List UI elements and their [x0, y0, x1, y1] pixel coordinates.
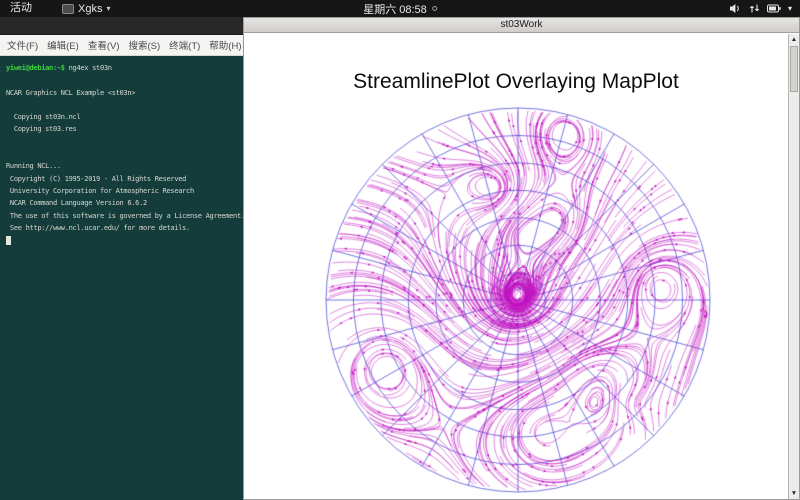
- network-icon: [749, 4, 760, 13]
- terminal-line: NCAR Graphics NCL Example <st03n>: [6, 88, 136, 97]
- terminal-window: 文件(F) 编辑(E) 查看(V) 搜索(S) 终端(T) 帮助(H) yiwe…: [0, 17, 245, 500]
- terminal-line: Running NCL...: [6, 162, 61, 171]
- plot-scrollbar[interactable]: ▲ ▼: [788, 34, 799, 499]
- battery-icon: [766, 4, 781, 13]
- terminal-line: Copyright (C) 1995-2019 - All Rights Res…: [6, 174, 187, 183]
- notification-dot-icon: [431, 6, 437, 11]
- menu-item-terminal[interactable]: 终端(T): [169, 38, 200, 52]
- top-bar: 活动 Xgks ▾ 星期六 08:58 ▾: [0, 0, 800, 17]
- terminal-menubar: 文件(F) 编辑(E) 查看(V) 搜索(S) 终端(T) 帮助(H): [0, 35, 243, 56]
- scrollbar-thumb[interactable]: [790, 46, 798, 92]
- plot-window: st03Work StreamlinePlot Overlaying MapPl…: [243, 17, 800, 500]
- terminal-line: yiwei@debian:~$ ng4ex st03n: [6, 64, 112, 72]
- terminal-line: [6, 234, 237, 246]
- menu-item-help[interactable]: 帮助(H): [209, 38, 241, 52]
- scrollbar-down-icon[interactable]: ▼: [789, 488, 799, 499]
- terminal-cursor: [6, 235, 11, 245]
- menu-item-view[interactable]: 查看(V): [88, 38, 120, 52]
- scrollbar-up-icon[interactable]: ▲: [789, 34, 799, 45]
- system-status-area[interactable]: ▾: [729, 0, 792, 17]
- terminal-line: Copying st03n.ncl: [6, 113, 81, 122]
- terminal-line: University Corporation for Atmospheric R…: [6, 186, 194, 195]
- terminal-line: The use of this software is governed by …: [6, 211, 245, 220]
- map-plot-canvas: [244, 34, 788, 499]
- plot-window-titlebar[interactable]: st03Work: [244, 18, 799, 33]
- menu-item-edit[interactable]: 编辑(E): [47, 38, 79, 52]
- app-menu[interactable]: Xgks ▾: [62, 0, 110, 17]
- clock-label: 星期六 08:58: [363, 3, 427, 16]
- caret-down-icon: ▾: [787, 4, 792, 13]
- terminal-line: See http://www.ncl.ucar.edu/ for more de…: [6, 223, 190, 232]
- app-window-icon: [62, 3, 74, 14]
- app-menu-label: Xgks: [78, 2, 103, 15]
- menu-item-search[interactable]: 搜索(S): [128, 38, 160, 52]
- clock-menu[interactable]: 星期六 08:58: [363, 0, 437, 17]
- chevron-down-icon: ▾: [106, 4, 111, 13]
- terminal-line: NCAR Command Language Version 6.6.2: [6, 199, 147, 208]
- terminal-titlebar[interactable]: [0, 17, 243, 35]
- activities-button[interactable]: 活动: [10, 0, 32, 17]
- terminal-line: Copying st03.res: [6, 125, 77, 134]
- terminal-output[interactable]: yiwei@debian:~$ ng4ex st03n NCAR Graphic…: [0, 56, 245, 246]
- volume-icon: [729, 4, 739, 13]
- menu-item-file[interactable]: 文件(F): [7, 38, 38, 52]
- plot-area: StreamlinePlot Overlaying MapPlot: [244, 34, 788, 499]
